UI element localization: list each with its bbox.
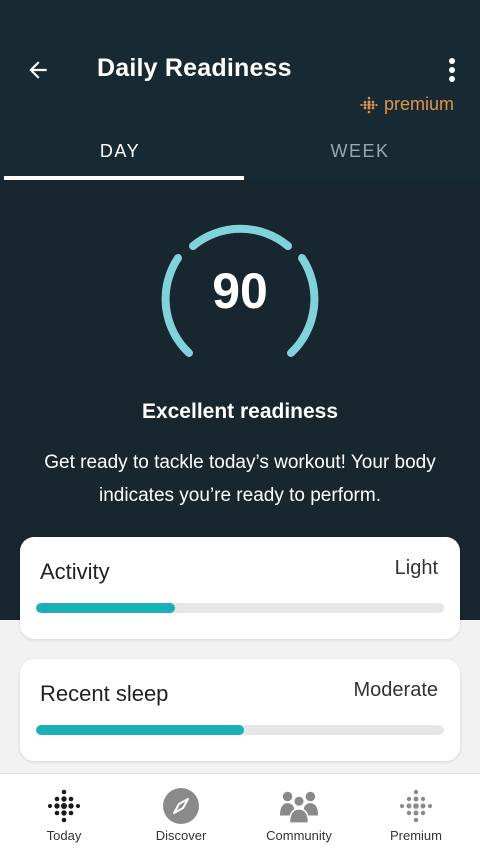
premium-dots-icon: [400, 789, 432, 823]
nav-community[interactable]: Community: [239, 774, 359, 853]
recent-sleep-level: Moderate: [353, 679, 439, 701]
community-icon: [279, 791, 319, 824]
recent-sleep-title: Recent sleep: [40, 681, 169, 706]
activity-card[interactable]: Activity Light: [20, 537, 460, 639]
bottom-navigation: Today Discover Community Premium: [0, 773, 480, 853]
activity-title: Activity: [40, 559, 110, 584]
app-bar: Daily Readiness premium DAY WEEK: [0, 0, 480, 180]
fitbit-dots-icon: [48, 789, 80, 823]
page-title: Daily Readiness: [97, 54, 292, 82]
back-button[interactable]: [18, 50, 58, 90]
tab-bar: DAY WEEK: [0, 122, 480, 180]
more-vertical-icon: [449, 58, 455, 82]
readiness-description: Get ready to tackle today’s workout! You…: [44, 452, 436, 506]
tab-day[interactable]: DAY: [0, 122, 240, 180]
activity-progress-track: [36, 603, 444, 613]
readiness-title: Excellent readiness: [141, 400, 339, 423]
nav-premium[interactable]: Premium: [356, 774, 476, 853]
activity-level: Light: [394, 557, 438, 579]
recent-sleep-progress-track: [36, 725, 444, 735]
nav-community-label: Community: [266, 828, 332, 843]
nav-discover[interactable]: Discover: [121, 774, 241, 853]
nav-premium-label: Premium: [389, 828, 442, 843]
recent-sleep-card[interactable]: Recent sleep Moderate: [20, 659, 460, 761]
more-options-button[interactable]: [436, 52, 468, 88]
nav-today[interactable]: Today: [4, 774, 124, 853]
activity-progress-fill: [36, 603, 175, 613]
nav-today-label: Today: [46, 828, 82, 843]
premium-badge: premium: [360, 94, 454, 115]
nav-discover-label: Discover: [155, 828, 207, 843]
recent-sleep-progress-fill: [36, 725, 245, 735]
premium-dots-icon: [360, 96, 378, 113]
tab-week[interactable]: WEEK: [240, 122, 480, 180]
tab-indicator: [4, 176, 244, 180]
arrow-left-icon: [29, 61, 47, 79]
readiness-score: 90: [212, 263, 268, 319]
compass-icon: [163, 788, 199, 824]
premium-label: premium: [384, 94, 455, 114]
